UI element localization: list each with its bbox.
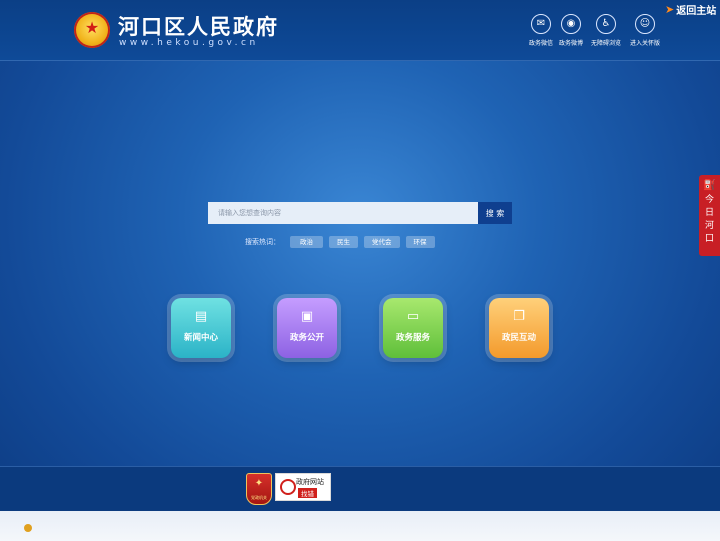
site-header: 河口区人民政府 www.hekou.gov.cn ➤ 返回主站 ✉ 政务微信 ◉… (0, 0, 720, 61)
tile-label: 新闻中心 (183, 333, 218, 343)
elder-care-link[interactable]: ☺ 进入关怀版 (623, 14, 667, 47)
tile-label: 政务服务 (395, 333, 430, 343)
site-footer: ✦ 党政机关 政府网站 找错 (0, 466, 720, 541)
tile-government-affairs-open[interactable]: ▣ 政务公开 (277, 298, 337, 358)
accessibility-link[interactable]: ♿ 无障碍浏览 (584, 14, 628, 47)
tile-government-services[interactable]: ▭ 政务服务 (383, 298, 443, 358)
back-home-link[interactable]: ➤ 返回主站 (665, 2, 716, 17)
weibo-icon: ◉ (561, 14, 581, 34)
hot-word-tag[interactable]: 政治 (290, 236, 323, 248)
hot-words: 搜索热词： 政治 民生 党代会 环保 (245, 236, 435, 248)
wechat-icon: ✉ (531, 14, 551, 34)
tile-news-center[interactable]: ▤ 新闻中心 (171, 298, 231, 358)
party-government-badge[interactable]: ✦ 党政机关 (246, 473, 272, 505)
search-input[interactable] (208, 202, 480, 224)
error-report-title: 政府网站 (296, 478, 324, 486)
badge-emblem-icon: ✦ (254, 478, 264, 489)
magnifier-icon (280, 479, 296, 495)
error-report-sub: 找错 (298, 488, 317, 498)
hot-word-tag[interactable]: 民生 (329, 236, 358, 248)
website-error-report-badge[interactable]: 政府网站 找错 (275, 473, 331, 501)
tile-label: 政民互动 (501, 333, 536, 343)
today-hekou-label: 今日河口 (704, 195, 714, 244)
tile-label: 政务公开 (289, 333, 324, 343)
back-home-label: 返回主站 (676, 6, 717, 17)
oil-pump-icon: ⛽ (703, 180, 716, 191)
site-url: www.hekou.gov.cn (119, 38, 259, 48)
site-title[interactable]: 河口区人民政府 (118, 11, 279, 41)
national-emblem-logo (74, 12, 110, 48)
elder-care-label: 进入关怀版 (629, 40, 660, 47)
newspaper-icon: ▤ (194, 309, 208, 324)
hot-word-tag[interactable]: 党代会 (364, 236, 400, 248)
footer-record-line (24, 524, 32, 532)
tile-public-interaction[interactable]: ❐ 政民互动 (489, 298, 549, 358)
police-record-icon (24, 524, 32, 532)
chat-icon: ❐ (513, 309, 525, 324)
badge-text: 党政机关 (251, 495, 267, 500)
monitor-icon: ▭ (406, 309, 420, 324)
today-hekou-tab[interactable]: ⛽ 今日河口 (699, 175, 720, 256)
hot-words-label: 搜索热词： (245, 238, 280, 246)
hot-word-tag[interactable]: 环保 (405, 236, 435, 248)
document-icon: ▣ (300, 309, 314, 324)
accessibility-icon: ♿ (596, 14, 616, 34)
footer-info-strip (0, 511, 720, 541)
elder-care-icon: ☺ (635, 14, 655, 34)
accessibility-label: 无障碍浏览 (590, 40, 621, 47)
search-button[interactable]: 搜 索 (478, 202, 512, 224)
